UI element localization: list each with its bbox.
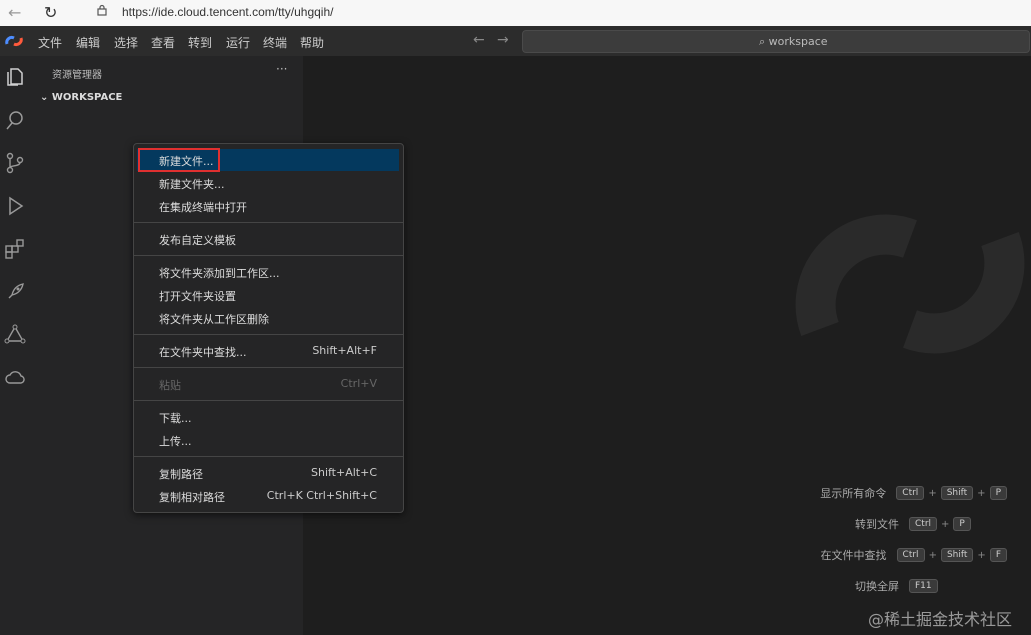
more-actions-icon[interactable]: ··· bbox=[276, 62, 287, 76]
shortcut-label: 转到文件 bbox=[855, 518, 899, 531]
search-icon: ⌕ bbox=[759, 35, 766, 48]
reload-icon[interactable]: ↻ bbox=[44, 3, 57, 22]
menu-run[interactable]: 运行 bbox=[226, 34, 250, 51]
key-plus: + bbox=[941, 518, 950, 530]
menu-item-label: 新建文件夹... bbox=[159, 178, 225, 191]
history-back-icon[interactable]: ← bbox=[473, 32, 485, 48]
menu-item-label: 在集成终端中打开 bbox=[159, 201, 247, 214]
menu-item-publish-template[interactable]: 发布自定义模板 bbox=[137, 228, 399, 250]
menu-item-label: 将文件夹从工作区删除 bbox=[159, 313, 269, 326]
menu-separator bbox=[134, 400, 403, 401]
menu-item-label: 发布自定义模板 bbox=[159, 234, 236, 247]
key-cap: Ctrl bbox=[896, 548, 925, 562]
menu-separator bbox=[134, 334, 403, 335]
cloud-icon[interactable] bbox=[4, 367, 26, 389]
menu-item-find-in-folder[interactable]: 在文件夹中查找... Shift+Alt+F bbox=[137, 340, 399, 362]
context-menu: 新建文件... 新建文件夹... 在集成终端中打开 发布自定义模板 将文件夹添加… bbox=[133, 143, 404, 513]
key-cap: Shift bbox=[940, 548, 974, 562]
menu-item-label: 复制路径 bbox=[159, 468, 203, 481]
menu-selection[interactable]: 选择 bbox=[114, 34, 138, 51]
lock-icon bbox=[97, 4, 107, 16]
shortcut-row: 切换全屏 F11 bbox=[855, 578, 938, 594]
menu-item-copy-path[interactable]: 复制路径 Shift+Alt+C bbox=[137, 462, 399, 484]
key-cap: P bbox=[989, 486, 1007, 500]
key-plus: + bbox=[928, 549, 937, 561]
app-logo-icon bbox=[5, 36, 23, 46]
menu-separator bbox=[134, 255, 403, 256]
menu-item-label: 下载... bbox=[159, 412, 192, 425]
menu-item-label: 上传... bbox=[159, 435, 192, 448]
shortcut-label: 显示所有命令 bbox=[820, 487, 887, 500]
run-debug-icon[interactable] bbox=[4, 195, 26, 217]
menu-item-shortcut: Ctrl+V bbox=[340, 377, 377, 390]
editor-area: 显示所有命令 Ctrl + Shift + P 转到文件 Ctrl + P 在文件中查… bbox=[303, 56, 1031, 635]
menu-separator bbox=[134, 456, 403, 457]
back-icon[interactable]: ← bbox=[8, 3, 21, 22]
key-cap: Ctrl bbox=[909, 517, 938, 531]
watermark-logo-icon bbox=[795, 214, 1025, 354]
menu-item-shortcut: Ctrl+K Ctrl+Shift+C bbox=[266, 489, 377, 502]
shortcut-label: 在文件中查找 bbox=[820, 549, 887, 562]
chevron-down-icon: ⌄ bbox=[40, 92, 49, 103]
rocket-icon[interactable] bbox=[4, 281, 26, 303]
files-icon[interactable] bbox=[4, 66, 26, 88]
menu-item-copy-relative-path[interactable]: 复制相对路径 Ctrl+K Ctrl+Shift+C bbox=[137, 485, 399, 507]
menu-item-upload[interactable]: 上传... bbox=[137, 429, 399, 451]
menu-edit[interactable]: 编辑 bbox=[76, 34, 100, 51]
browser-toolbar: ← ↻ https://ide.cloud.tencent.com/tty/uh… bbox=[0, 0, 1031, 27]
shortcut-row: 在文件中查找 Ctrl + Shift + F bbox=[821, 547, 1007, 563]
shortcut-row: 显示所有命令 Ctrl + Shift + P bbox=[820, 485, 1007, 501]
shortcut-label: 切换全屏 bbox=[855, 580, 899, 593]
key-cap: F bbox=[989, 548, 1007, 562]
menu-item-shortcut: Shift+Alt+F bbox=[312, 344, 377, 357]
menu-item-new-folder[interactable]: 新建文件夹... bbox=[137, 172, 399, 194]
key-cap: F11 bbox=[909, 579, 938, 593]
watermark-text: @稀土掘金技术社区 bbox=[868, 610, 1013, 629]
menu-go[interactable]: 转到 bbox=[188, 34, 212, 51]
menu-item-label: 在文件夹中查找... bbox=[159, 346, 247, 359]
menu-terminal[interactable]: 终端 bbox=[263, 34, 287, 51]
key-cap: Ctrl bbox=[896, 486, 925, 500]
explorer-title: 资源管理器 bbox=[52, 70, 102, 81]
address-bar[interactable]: https://ide.cloud.tencent.com/tty/uhgqih… bbox=[122, 5, 333, 19]
menu-file[interactable]: 文件 bbox=[38, 34, 62, 51]
menu-item-label: 复制相对路径 bbox=[159, 491, 225, 504]
menu-item-shortcut: Shift+Alt+C bbox=[310, 466, 377, 479]
menu-help[interactable]: 帮助 bbox=[300, 34, 324, 51]
command-center-label: workspace bbox=[768, 35, 828, 48]
menu-item-open-folder-settings[interactable]: 打开文件夹设置 bbox=[137, 284, 399, 306]
menu-item-remove-folder[interactable]: 将文件夹从工作区删除 bbox=[137, 307, 399, 329]
menu-item-add-folder-to-workspace[interactable]: 将文件夹添加到工作区... bbox=[137, 261, 399, 283]
extensions-icon[interactable] bbox=[4, 238, 26, 260]
menu-item-download[interactable]: 下载... bbox=[137, 406, 399, 428]
search-icon[interactable] bbox=[4, 109, 26, 131]
source-control-icon[interactable] bbox=[4, 152, 26, 174]
menu-item-paste: 粘贴 Ctrl+V bbox=[137, 373, 399, 395]
workspace-section[interactable]: ⌄ WORKSPACE bbox=[40, 92, 122, 103]
menu-view[interactable]: 查看 bbox=[151, 34, 175, 51]
shortcut-row: 转到文件 Ctrl + P bbox=[855, 516, 971, 532]
workspace-label: WORKSPACE bbox=[51, 92, 123, 103]
menu-separator bbox=[134, 222, 403, 223]
key-plus: + bbox=[977, 549, 986, 561]
key-plus: + bbox=[977, 487, 986, 499]
key-cap: P bbox=[953, 517, 971, 531]
menu-item-label: 将文件夹添加到工作区... bbox=[159, 267, 280, 280]
annotation-highlight-box bbox=[138, 148, 220, 172]
command-center[interactable]: ⌕ workspace bbox=[522, 30, 1030, 53]
menu-item-label: 粘贴 bbox=[159, 379, 181, 392]
history-forward-icon[interactable]: → bbox=[497, 32, 509, 48]
key-cap: Shift bbox=[940, 486, 974, 500]
triangle-nodes-icon[interactable] bbox=[4, 324, 26, 346]
menu-item-open-in-terminal[interactable]: 在集成终端中打开 bbox=[137, 195, 399, 217]
key-plus: + bbox=[928, 487, 937, 499]
activity-bar bbox=[0, 56, 36, 635]
menu-bar: 文件 编辑 选择 查看 转到 运行 终端 帮助 ← → ⌕ workspace bbox=[0, 26, 1031, 56]
menu-item-label: 打开文件夹设置 bbox=[159, 290, 236, 303]
menu-separator bbox=[134, 367, 403, 368]
